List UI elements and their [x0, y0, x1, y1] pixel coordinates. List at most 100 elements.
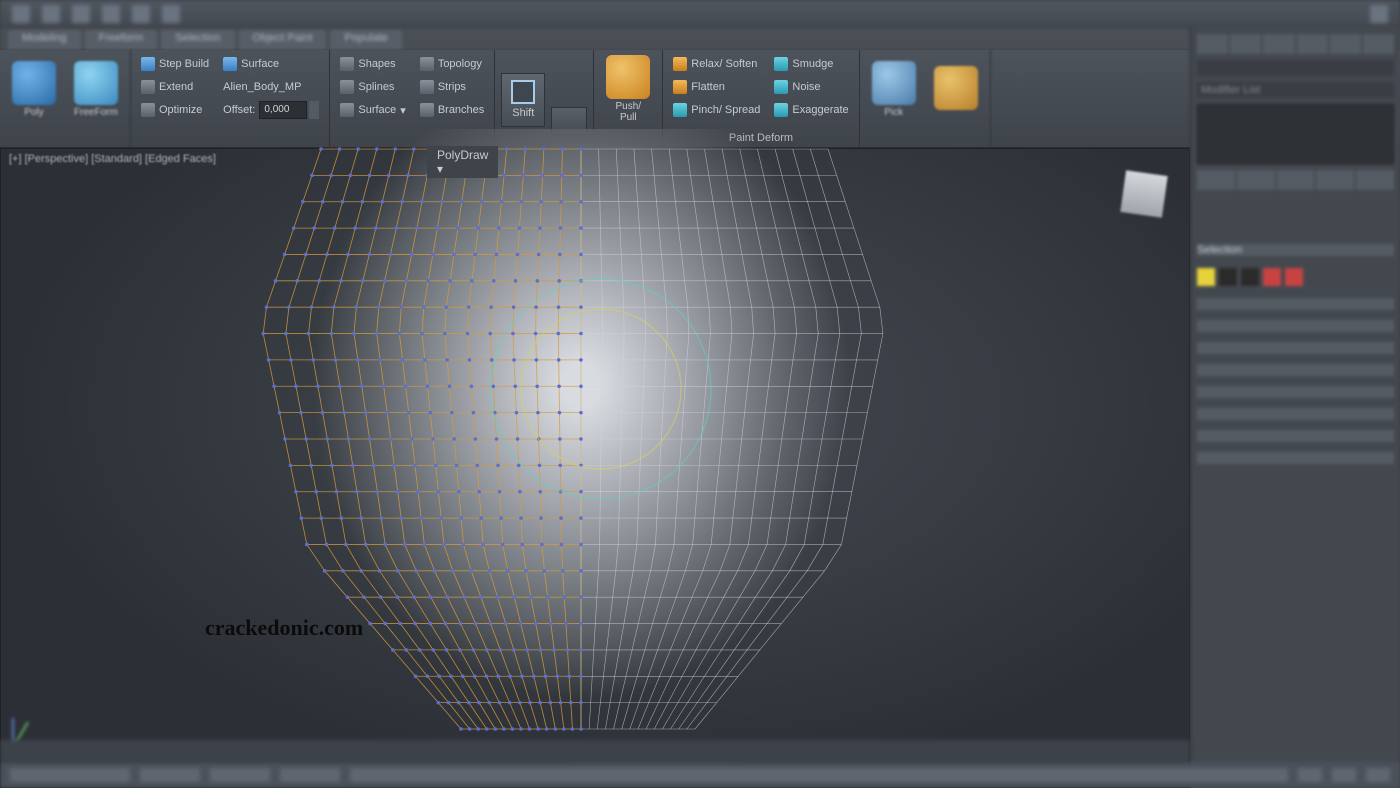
selection-rollout-header[interactable]: Selection: [1197, 244, 1394, 256]
utilities-tab-icon[interactable]: [1363, 34, 1394, 54]
status-prompt: [10, 768, 130, 782]
optimize-button[interactable]: Optimize: [137, 100, 213, 120]
poly-icon: [12, 61, 56, 105]
step-build-button[interactable]: Step Build: [137, 54, 213, 74]
app-icon[interactable]: [12, 5, 30, 23]
extend-icon: [141, 80, 155, 94]
coord-x-field[interactable]: [140, 768, 200, 782]
offset-label: Offset:: [223, 104, 255, 116]
shapes-icon: [340, 57, 354, 71]
offset-value[interactable]: 0,000: [259, 101, 307, 119]
command-panel-tabs[interactable]: [1197, 34, 1394, 54]
pick-icon: [872, 61, 916, 105]
coord-z-field[interactable]: [280, 768, 340, 782]
splines-button[interactable]: Splines: [336, 77, 409, 97]
freeform-button[interactable]: FreeForm: [68, 54, 124, 124]
polygon-subobject-button[interactable]: [1263, 268, 1281, 286]
noise-button[interactable]: Noise: [770, 77, 852, 97]
relax-icon: [673, 57, 687, 71]
perspective-viewport[interactable]: [+] [Perspective] [Standard] [Edged Face…: [0, 148, 1190, 788]
subobject-buttons: [1197, 264, 1394, 290]
new-icon[interactable]: [42, 5, 60, 23]
open-icon[interactable]: [72, 5, 90, 23]
optimize-icon: [141, 103, 155, 117]
topology-button[interactable]: Topology: [416, 54, 488, 74]
stack-toolbar[interactable]: [1197, 170, 1394, 190]
object-name-display[interactable]: [1197, 60, 1394, 76]
surface-dd-icon: [340, 103, 354, 117]
workspace-icon[interactable]: [1370, 5, 1388, 23]
save-icon[interactable]: [102, 5, 120, 23]
border-subobject-button[interactable]: [1241, 268, 1259, 286]
offset-spinner[interactable]: 0,000: [259, 101, 319, 119]
redo-icon[interactable]: [162, 5, 180, 23]
exaggerate-button[interactable]: Exaggerate: [770, 100, 852, 120]
modify-tab-icon[interactable]: [1230, 34, 1261, 54]
push-pull-icon: [606, 55, 650, 99]
exaggerate-icon: [774, 103, 788, 117]
branches-button[interactable]: Branches: [416, 100, 488, 120]
polydraw-panel-label[interactable]: PolyDraw ▾: [427, 146, 498, 178]
edge-subobject-button[interactable]: [1219, 268, 1237, 286]
surface-dropdown[interactable]: Surface ▾: [336, 100, 409, 120]
extend-button[interactable]: Extend: [137, 77, 213, 97]
pinch-spread-button[interactable]: Pinch/ Spread: [669, 100, 764, 120]
strips-button[interactable]: Strips: [416, 77, 488, 97]
offset-row: Offset: 0,000: [219, 100, 323, 120]
brush-icon: [934, 66, 978, 110]
vertex-subobject-button[interactable]: [1197, 268, 1215, 286]
tab-modeling[interactable]: Modeling: [8, 30, 81, 50]
pinch-icon: [673, 103, 687, 117]
hierarchy-tab-icon[interactable]: [1263, 34, 1294, 54]
undo-icon[interactable]: [132, 5, 150, 23]
flatten-icon: [673, 80, 687, 94]
surface-icon: [223, 57, 237, 71]
tab-freeform[interactable]: Freeform: [85, 30, 158, 50]
viewcube[interactable]: [1120, 170, 1167, 217]
viewport-label[interactable]: [+] [Perspective] [Standard] [Edged Face…: [9, 153, 216, 165]
create-tab-icon[interactable]: [1197, 34, 1228, 54]
surface-toggle[interactable]: Surface: [219, 54, 323, 74]
shapes-button[interactable]: Shapes: [336, 54, 409, 74]
nav-icon[interactable]: [1366, 768, 1390, 782]
noise-icon: [774, 80, 788, 94]
poly-label: Poly: [24, 107, 43, 118]
chevron-down-icon: ▾: [400, 104, 406, 117]
time-slider[interactable]: [0, 740, 1190, 762]
face-mesh[interactable]: [261, 129, 901, 769]
pick-button[interactable]: Pick: [866, 54, 922, 124]
motion-tab-icon[interactable]: [1297, 34, 1328, 54]
command-panel: Modifier List Selection: [1190, 28, 1400, 788]
coord-y-field[interactable]: [210, 768, 270, 782]
quick-access-toolbar: [0, 0, 1400, 28]
flatten-button[interactable]: Flatten: [669, 77, 764, 97]
object-name-field[interactable]: Alien_Body_MP: [219, 77, 323, 97]
wireframe-overlay: [261, 129, 901, 769]
nav-icon[interactable]: [1332, 768, 1356, 782]
strips-icon: [420, 80, 434, 94]
spinner-arrows-icon[interactable]: [309, 101, 319, 119]
display-tab-icon[interactable]: [1330, 34, 1361, 54]
branches-icon: [420, 103, 434, 117]
brush-options-button[interactable]: [928, 54, 984, 124]
splines-icon: [340, 80, 354, 94]
status-bar: [0, 762, 1400, 788]
step-build-icon: [141, 57, 155, 71]
shift-icon: [511, 80, 535, 104]
poly-modeling-button[interactable]: Poly: [6, 54, 62, 124]
smudge-icon: [774, 57, 788, 71]
watermark-text: crackedonic.com: [205, 615, 363, 641]
modifier-list-dropdown[interactable]: Modifier List: [1197, 82, 1394, 98]
shift-button[interactable]: Shift: [501, 73, 545, 127]
freeform-label: FreeForm: [74, 107, 118, 118]
smudge-button[interactable]: Smudge: [770, 54, 852, 74]
tab-object-paint[interactable]: Object Paint: [239, 30, 327, 50]
tab-selection[interactable]: Selection: [161, 30, 234, 50]
push-pull-button[interactable]: Push/ Pull: [600, 54, 656, 124]
topology-icon: [420, 57, 434, 71]
element-subobject-button[interactable]: [1285, 268, 1303, 286]
modifier-stack[interactable]: [1197, 104, 1394, 164]
relax-soften-button[interactable]: Relax/ Soften: [669, 54, 764, 74]
nav-icon[interactable]: [1298, 768, 1322, 782]
tab-populate[interactable]: Populate: [330, 30, 401, 50]
